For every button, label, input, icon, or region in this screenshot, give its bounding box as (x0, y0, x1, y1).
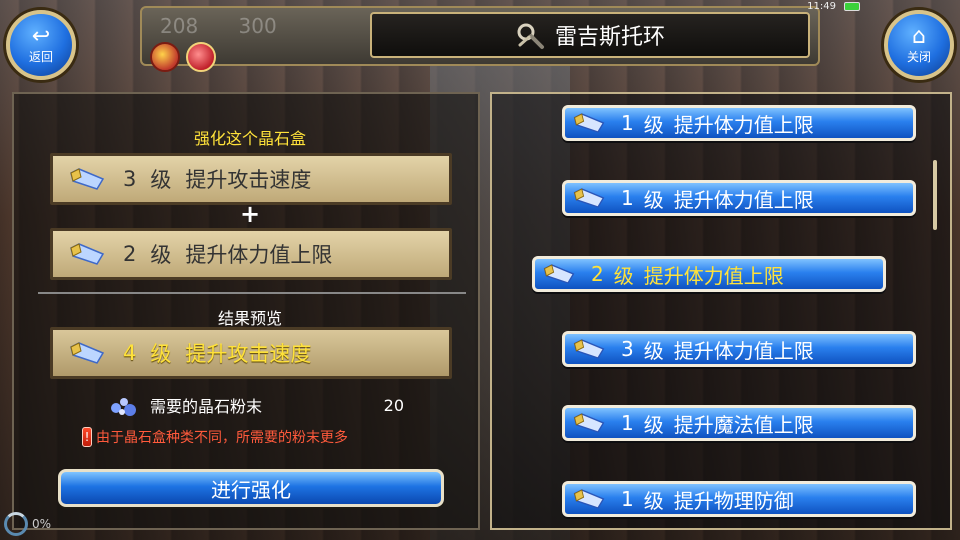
item-unit: 级 (643, 187, 664, 212)
result-preview-slot: 4 级 提升攻击速度 (50, 327, 452, 379)
crystal-box-icon (543, 264, 575, 284)
faded-stat-1: 208 (160, 14, 199, 38)
slot-1-unit: 级 (150, 168, 172, 192)
loading-indicator: 0% (4, 512, 51, 536)
faded-stat-2: 300 (238, 14, 277, 38)
medal-icon[interactable] (150, 42, 180, 72)
crystal-powder-icon (111, 398, 136, 416)
item-unit: 级 (643, 488, 664, 513)
item-level: 1 (621, 411, 634, 435)
close-label: 关闭 (906, 49, 931, 64)
badge-group (150, 42, 216, 72)
item-level: 1 (621, 111, 634, 135)
title-box: 雷吉斯托环 (370, 12, 810, 58)
item-name: 提升体力值上限 (673, 187, 814, 212)
material-slot-1[interactable]: 3 级 提升攻击速度 (50, 153, 452, 205)
home-icon: ⌂ (912, 23, 926, 49)
loading-ring-icon (4, 512, 28, 536)
warning-message: ! 由于晶石盒种类不同，所需要的粉末更多 (82, 427, 348, 447)
slot-2-name: 提升体力值上限 (185, 243, 333, 267)
crystal-box-icon (70, 342, 105, 364)
crystal-box-icon (573, 413, 605, 433)
slot-1-level: 3 (123, 167, 137, 191)
result-level: 4 (123, 341, 137, 365)
back-button[interactable]: ↩ 返回 (6, 10, 76, 80)
material-slot-2[interactable]: 2 级 提升体力值上限 (50, 228, 452, 280)
list-item-selected[interactable]: 2 级 提升体力值上限 (532, 256, 886, 292)
powder-count: 20 (383, 395, 404, 415)
slot-2-unit: 级 (150, 243, 172, 267)
list-item[interactable]: 1 级 提升物理防御 (562, 481, 916, 517)
crystal-box-icon (573, 113, 605, 133)
slot-1-name: 提升攻击速度 (185, 168, 312, 192)
back-label: 返回 (28, 49, 53, 64)
slot-2-level: 2 (123, 242, 137, 266)
loading-percent: 0% (32, 517, 52, 531)
item-level: 3 (621, 337, 634, 361)
item-unit: 级 (613, 263, 634, 288)
item-level: 1 (621, 487, 634, 511)
item-name: 提升物理防御 (673, 488, 794, 513)
result-unit: 级 (150, 342, 172, 366)
section-divider (38, 292, 466, 294)
list-item[interactable]: 1 级 提升魔法值上限 (562, 405, 916, 441)
faded-stats: 208 300 (160, 14, 311, 38)
gift-icon[interactable] (186, 42, 216, 72)
item-unit: 级 (643, 412, 664, 437)
list-item[interactable]: 3 级 提升体力值上限 (562, 331, 916, 367)
plus-sign: + (239, 200, 261, 228)
powder-label: 需要的晶石粉末 (150, 397, 263, 416)
item-level: 1 (621, 186, 634, 210)
item-name: 提升体力值上限 (673, 112, 814, 137)
clock-text: 11:49 (807, 0, 836, 12)
crystal-box-icon (70, 168, 105, 190)
list-item[interactable]: 1 级 提升体力值上限 (562, 105, 916, 141)
result-name: 提升攻击速度 (185, 342, 312, 366)
battery-icon (844, 1, 860, 11)
list-scrollbar[interactable] (933, 160, 937, 230)
item-name: 提升体力值上限 (673, 338, 814, 363)
item-name: 提升体力值上限 (643, 263, 784, 288)
powder-requirement: 需要的晶石粉末 20 (104, 390, 404, 420)
crystal-box-icon (573, 188, 605, 208)
enhance-title: 强化这个晶石盒 (193, 129, 306, 148)
list-item[interactable]: 1 级 提升体力值上限 (562, 180, 916, 216)
crystal-box-icon (573, 339, 605, 359)
warning-text: 由于晶石盒种类不同，所需要的粉末更多 (96, 430, 348, 446)
page-title: 雷吉斯托环 (554, 25, 665, 50)
back-arrow-icon: ↩ (31, 23, 51, 49)
preview-title: 结果预览 (217, 309, 282, 328)
crystal-box-icon (70, 243, 105, 265)
item-name: 提升魔法值上限 (673, 412, 814, 437)
warning-icon: ! (82, 427, 92, 447)
item-unit: 级 (643, 338, 664, 363)
item-unit: 级 (643, 112, 664, 137)
ring-tool-icon (517, 23, 544, 49)
enhance-button[interactable]: 进行强化 (58, 469, 444, 507)
crystal-box-icon (573, 489, 605, 509)
item-level: 2 (591, 262, 604, 286)
close-button[interactable]: ⌂ 关闭 (884, 10, 954, 80)
status-bar: 11:49 (807, 0, 860, 12)
crystal-list-panel (490, 92, 952, 530)
